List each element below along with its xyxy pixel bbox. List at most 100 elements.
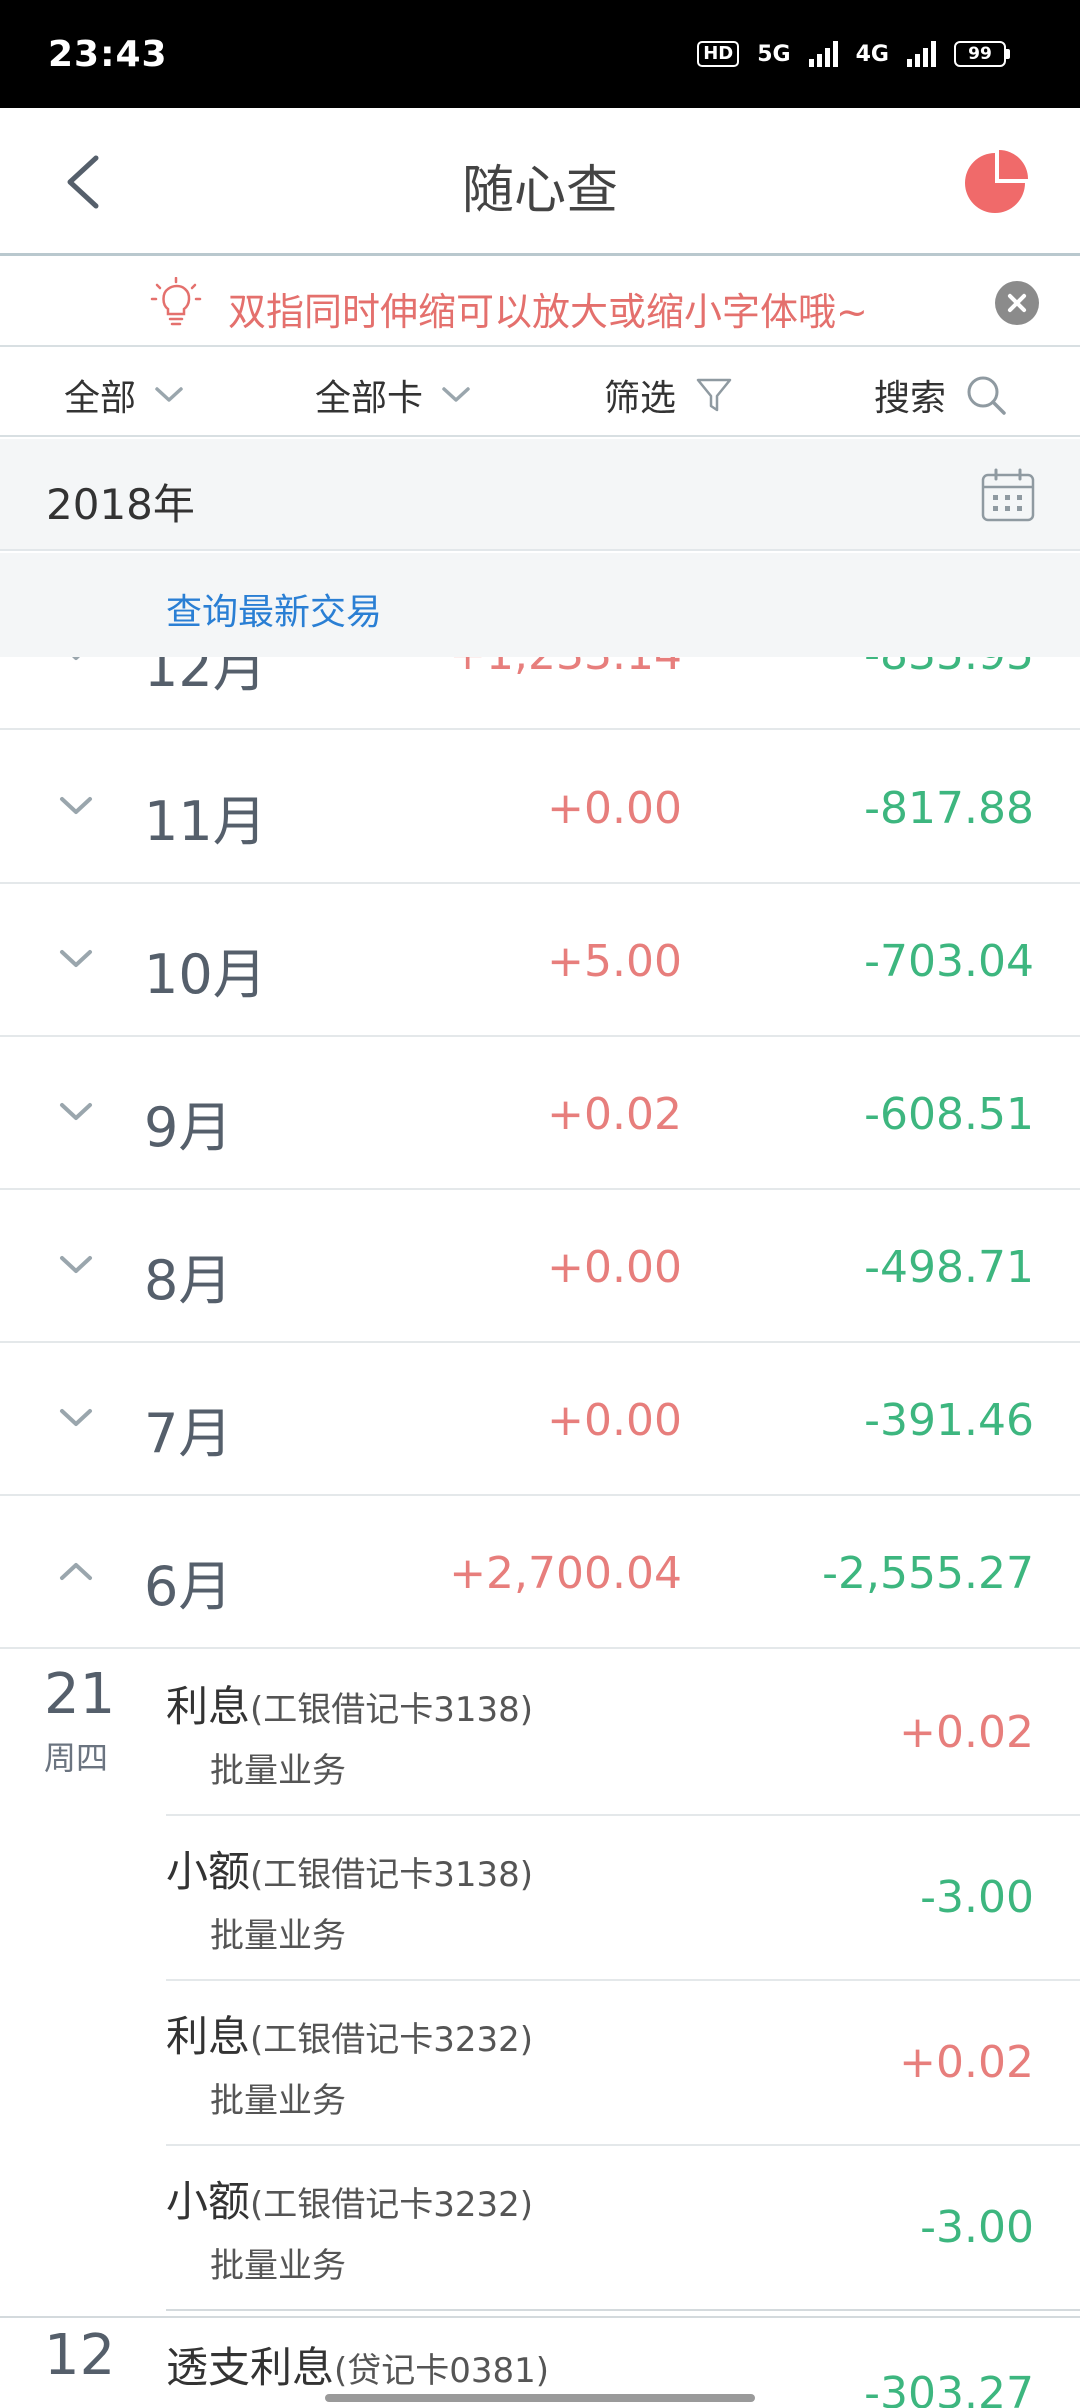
- search-icon: [967, 376, 1006, 415]
- transaction-item[interactable]: 利息(工银借记卡3138) 批量业务 +0.02: [166, 1651, 1080, 1816]
- day-weekday: 周四: [44, 1739, 109, 1777]
- month-name: 9月: [144, 1096, 233, 1159]
- page-title: 随心查: [461, 161, 618, 221]
- transaction-type: 批量业务: [210, 1751, 346, 1791]
- transaction-amount: -3.00: [920, 2202, 1034, 2253]
- chevron-down-icon: [60, 1256, 92, 1273]
- hd-icon: HD: [697, 41, 740, 67]
- battery-icon: 99: [954, 41, 1010, 67]
- filter-all-dropdown[interactable]: 全部: [64, 369, 184, 421]
- tip-message: 双指同时伸缩可以放大或缩小字体哦~: [228, 290, 868, 334]
- transaction-name: 利息: [166, 2012, 251, 2061]
- month-row-expanded[interactable]: 6月 +2,700.04 -2,555.27: [0, 1496, 1080, 1649]
- chevron-down-icon: [60, 1409, 92, 1426]
- month-row[interactable]: 10月 +5.00 -703.04: [0, 884, 1080, 1037]
- chevron-down-icon: [155, 387, 183, 402]
- month-name: 6月: [144, 1555, 233, 1618]
- transaction-name: 小额: [166, 2177, 251, 2226]
- status-time: 23:43: [48, 33, 168, 75]
- chevron-down-icon: [71, 657, 81, 660]
- chevron-down-icon: [442, 387, 470, 402]
- month-row[interactable]: 7月 +0.00 -391.46: [0, 1343, 1080, 1496]
- day-label: 21 周四: [44, 1665, 115, 1779]
- filter-bar: 全部 全部卡 筛选 搜索: [0, 349, 1080, 437]
- month-name: 11月: [144, 790, 267, 853]
- transaction-card: (工银借记卡3138): [250, 1690, 534, 1730]
- system-icons: HD 5G 4G 99: [697, 41, 1010, 67]
- month-row[interactable]: 11月 +0.00 -817.88: [0, 731, 1080, 884]
- transaction-type: 批量业务: [210, 2246, 346, 2286]
- year-label: 2018年: [46, 480, 195, 529]
- month-expense: -391.46: [864, 1395, 1034, 1446]
- filter-button[interactable]: 筛选: [604, 369, 734, 421]
- day-group: 21 周四 利息(工银借记卡3138) 批量业务 +0.02 小额(工银借记卡3…: [0, 1651, 1080, 2311]
- month-name: 12月: [144, 657, 267, 699]
- network-5g-label: 5G: [757, 41, 791, 67]
- transaction-item[interactable]: 小额(工银借记卡3232) 批量业务 -3.00: [166, 2146, 1080, 2311]
- month-row[interactable]: 9月 +0.02 -608.51: [0, 1037, 1080, 1190]
- filter-label: 筛选: [604, 378, 677, 419]
- status-bar: 23:43 HD 5G 4G 99: [0, 0, 1080, 108]
- month-income: +0.00: [547, 783, 682, 834]
- filter-all-label: 全部: [64, 378, 137, 419]
- transaction-name: 利息: [166, 1682, 251, 1731]
- month-expense: -703.04: [864, 936, 1034, 987]
- home-indicator[interactable]: [325, 2394, 755, 2402]
- transaction-amount: +0.02: [899, 1707, 1034, 1758]
- close-icon[interactable]: [995, 281, 1039, 325]
- search-button[interactable]: 搜索: [874, 369, 1008, 421]
- month-expense: -608.51: [864, 1089, 1034, 1140]
- calendar-icon[interactable]: [980, 467, 1036, 523]
- month-income: +5.00: [547, 936, 682, 987]
- filter-cards-dropdown[interactable]: 全部卡: [315, 369, 471, 421]
- latest-transactions-bar: 查询最新交易: [0, 553, 1080, 657]
- filter-cards-label: 全部卡: [315, 378, 424, 419]
- transaction-item[interactable]: 利息(工银借记卡3232) 批量业务 +0.02: [166, 1981, 1080, 2146]
- transaction-amount: -303.27: [864, 2368, 1034, 2408]
- transaction-card: (工银借记卡3232): [250, 2185, 534, 2225]
- chevron-down-icon: [60, 797, 92, 814]
- month-expense: -835.95: [864, 657, 1034, 680]
- nav-bar: 随心查: [0, 108, 1080, 256]
- month-name: 7月: [144, 1402, 233, 1465]
- transaction-type: 批量业务: [210, 1916, 346, 1956]
- month-income: +0.00: [547, 1395, 682, 1446]
- transaction-amount: -3.00: [920, 1872, 1034, 1923]
- signal-icon: [808, 41, 838, 67]
- month-income: +2,700.04: [449, 1548, 682, 1599]
- month-income: +1,233.14: [449, 657, 682, 680]
- transaction-card: (工银借记卡3138): [250, 1855, 534, 1895]
- network-4g-label: 4G: [855, 41, 889, 67]
- chevron-down-icon: [60, 1103, 92, 1120]
- month-expense: -2,555.27: [822, 1548, 1034, 1599]
- battery-level: 99: [954, 41, 1006, 67]
- day-label: 12: [44, 2326, 115, 2394]
- month-income: +0.00: [547, 1242, 682, 1293]
- search-label: 搜索: [874, 378, 947, 419]
- month-expense: -817.88: [864, 783, 1034, 834]
- transaction-name: 小额: [166, 1847, 251, 1896]
- transaction-type: 批量业务: [210, 2081, 346, 2121]
- transaction-card: (贷记卡0381): [334, 2351, 550, 2391]
- month-name: 8月: [144, 1249, 233, 1312]
- transaction-item[interactable]: 小额(工银借记卡3138) 批量业务 -3.00: [166, 1816, 1080, 1981]
- tip-banner: 双指同时伸缩可以放大或缩小字体哦~: [0, 259, 1080, 347]
- month-income: +0.02: [547, 1089, 682, 1140]
- latest-transactions-link[interactable]: 查询最新交易: [166, 583, 382, 635]
- day-number: 12: [44, 2323, 116, 2388]
- transaction-list[interactable]: 12月 +1,233.14 -835.95 11月 +0.00 -817.88 …: [0, 657, 1080, 2408]
- chevron-up-icon: [60, 1563, 92, 1580]
- chevron-down-icon: [60, 950, 92, 967]
- transaction-card: (工银借记卡3232): [250, 2020, 534, 2060]
- transaction-name: 透支利息: [166, 2343, 335, 2392]
- signal-icon-2: [907, 41, 936, 67]
- year-header: 2018年: [0, 439, 1080, 551]
- month-name: 10月: [144, 943, 267, 1006]
- pie-chart-icon[interactable]: [962, 150, 1028, 216]
- day-number: 21: [44, 1662, 116, 1727]
- transaction-amount: +0.02: [899, 2037, 1034, 2088]
- month-row[interactable]: 12月 +1,233.14 -835.95: [0, 657, 1080, 730]
- funnel-icon: [696, 378, 732, 412]
- lightbulb-icon: [150, 277, 202, 326]
- month-row[interactable]: 8月 +0.00 -498.71: [0, 1190, 1080, 1343]
